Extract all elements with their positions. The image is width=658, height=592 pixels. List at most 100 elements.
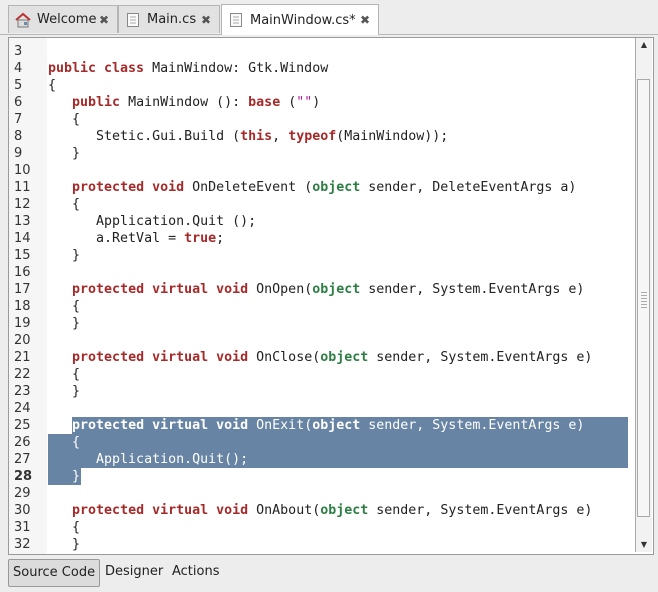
code-line[interactable]: 24	[9, 400, 637, 417]
scroll-up-arrow-icon[interactable]: ▲	[636, 38, 652, 52]
code-text: }	[48, 383, 80, 400]
line-number: 6	[14, 95, 23, 110]
code-line[interactable]: 7 {	[9, 111, 637, 128]
code-text: public class MainWindow: Gtk.Window	[48, 60, 328, 77]
close-icon[interactable]: ✖	[99, 13, 109, 27]
code-line[interactable]: 3	[9, 43, 637, 60]
token-plain: MainWindow ():	[120, 95, 249, 110]
code-line[interactable]: 13 Application.Quit ();	[9, 213, 637, 230]
document-tab-bar: Welcome ✖ Main.cs ✖ MainWindow.cs* ✖	[0, 0, 658, 35]
token-plain: }	[48, 384, 81, 399]
code-text: {	[48, 434, 80, 451]
line-number: 11	[14, 180, 31, 195]
token-plain: Application.Quit ();	[48, 214, 257, 229]
code-line[interactable]: 29	[9, 485, 637, 502]
code-line[interactable]: 6 public MainWindow (): base ("")	[9, 94, 637, 111]
token-plain: a.RetVal =	[48, 231, 185, 246]
code-line[interactable]: 30 protected virtual void OnAbout(object…	[9, 502, 637, 519]
code-line[interactable]: 19 }	[9, 315, 637, 332]
code-line[interactable]: 26 {	[9, 434, 637, 451]
code-text: {	[48, 196, 80, 213]
scrollbar-thumb[interactable]	[637, 79, 650, 517]
code-line[interactable]: 12 {	[9, 196, 637, 213]
code-line[interactable]: 10	[9, 162, 637, 179]
code-line[interactable]: 18 {	[9, 298, 637, 315]
code-line[interactable]: 21 protected virtual void OnClose(object…	[9, 349, 637, 366]
token-plain: OnDeleteEvent (	[184, 180, 313, 195]
token-plain: {	[48, 197, 81, 212]
line-number: 21	[14, 350, 31, 365]
tab-welcome[interactable]: Welcome ✖	[8, 5, 118, 33]
code-text: {	[48, 519, 80, 536]
tab-designer[interactable]: Designer	[101, 559, 167, 585]
code-line[interactable]: 4 public class MainWindow: Gtk.Window	[9, 60, 637, 77]
code-text: {	[48, 111, 80, 128]
code-line[interactable]: 15 }	[9, 247, 637, 264]
vertical-scrollbar[interactable]: ▲ ▼	[635, 38, 652, 552]
code-line[interactable]: 22 {	[9, 366, 637, 383]
scroll-down-arrow-icon[interactable]: ▼	[636, 538, 652, 552]
token-type: object	[312, 418, 361, 433]
code-editor[interactable]: 3 4 public class MainWindow: Gtk.Window 5{6…	[8, 37, 654, 555]
token-keyword: protected void	[72, 180, 185, 195]
code-text: protected virtual void OnOpen(object sen…	[48, 281, 584, 298]
token-plain: )	[312, 95, 321, 110]
tab-mainwindow-cs[interactable]: MainWindow.cs* ✖	[221, 4, 379, 35]
code-text: }	[48, 468, 80, 485]
code-text: Application.Quit ();	[48, 213, 256, 230]
document-icon	[228, 12, 244, 28]
tab-label: MainWindow.cs*	[250, 12, 356, 28]
code-line[interactable]: 5{	[9, 77, 637, 94]
code-line[interactable]: 20	[9, 332, 637, 349]
close-icon[interactable]: ✖	[360, 13, 370, 27]
line-number: 23	[14, 384, 31, 399]
token-plain: (	[280, 95, 297, 110]
code-lines[interactable]: 3 4 public class MainWindow: Gtk.Window 5{6…	[9, 43, 637, 553]
token-plain: OnExit(	[248, 418, 313, 433]
document-icon	[125, 12, 141, 28]
line-number: 14	[14, 231, 31, 246]
view-tab-bar: Source Code Designer Actions	[0, 556, 658, 592]
token-plain: sender, System.EventArgs e)	[368, 503, 593, 518]
close-icon[interactable]: ✖	[201, 13, 211, 27]
code-text: {	[48, 298, 80, 315]
code-line[interactable]: 14 a.RetVal = true;	[9, 230, 637, 247]
code-line[interactable]: 11 protected void OnDeleteEvent (object …	[9, 179, 637, 196]
token-type: object	[320, 503, 369, 518]
line-number: 7	[14, 112, 23, 127]
token-plain: }	[48, 469, 81, 484]
token-plain: Stetic.Gui.Build (	[48, 129, 241, 144]
code-line[interactable]: 25 protected virtual void OnExit(object …	[9, 417, 637, 434]
code-line[interactable]: 16	[9, 264, 637, 281]
token-keyword: public	[72, 95, 121, 110]
line-number: 22	[14, 367, 31, 382]
token-plain: sender, DeleteEventArgs a)	[360, 180, 577, 195]
tab-main-cs[interactable]: Main.cs ✖	[118, 5, 220, 33]
tab-actions[interactable]: Actions	[168, 559, 224, 585]
code-text: Stetic.Gui.Build (this, typeof(MainWindo…	[48, 128, 448, 145]
code-line[interactable]: 17 protected virtual void OnOpen(object …	[9, 281, 637, 298]
code-text: a.RetVal = true;	[48, 230, 224, 247]
tab-source-code[interactable]: Source Code	[8, 559, 101, 587]
code-line[interactable]: 9 }	[9, 145, 637, 162]
line-number: 10	[14, 163, 31, 178]
token-plain: }	[48, 146, 81, 161]
token-plain: ,	[272, 129, 289, 144]
token-plain: }	[48, 537, 81, 552]
code-line[interactable]: 31 {	[9, 519, 637, 536]
line-number: 25	[14, 418, 31, 433]
line-number: 24	[14, 401, 31, 416]
token-plain: sender, System.EventArgs e)	[368, 350, 593, 365]
code-line[interactable]: 23 }	[9, 383, 637, 400]
token-plain: OnOpen(	[248, 282, 313, 297]
line-number: 20	[14, 333, 31, 348]
code-line[interactable]: 27 Application.Quit();	[9, 451, 637, 468]
code-line[interactable]: 32 }	[9, 536, 637, 553]
line-number: 13	[14, 214, 31, 229]
code-line[interactable]: 8 Stetic.Gui.Build (this, typeof(MainWin…	[9, 128, 637, 145]
code-line[interactable]: 28 }	[9, 468, 637, 485]
